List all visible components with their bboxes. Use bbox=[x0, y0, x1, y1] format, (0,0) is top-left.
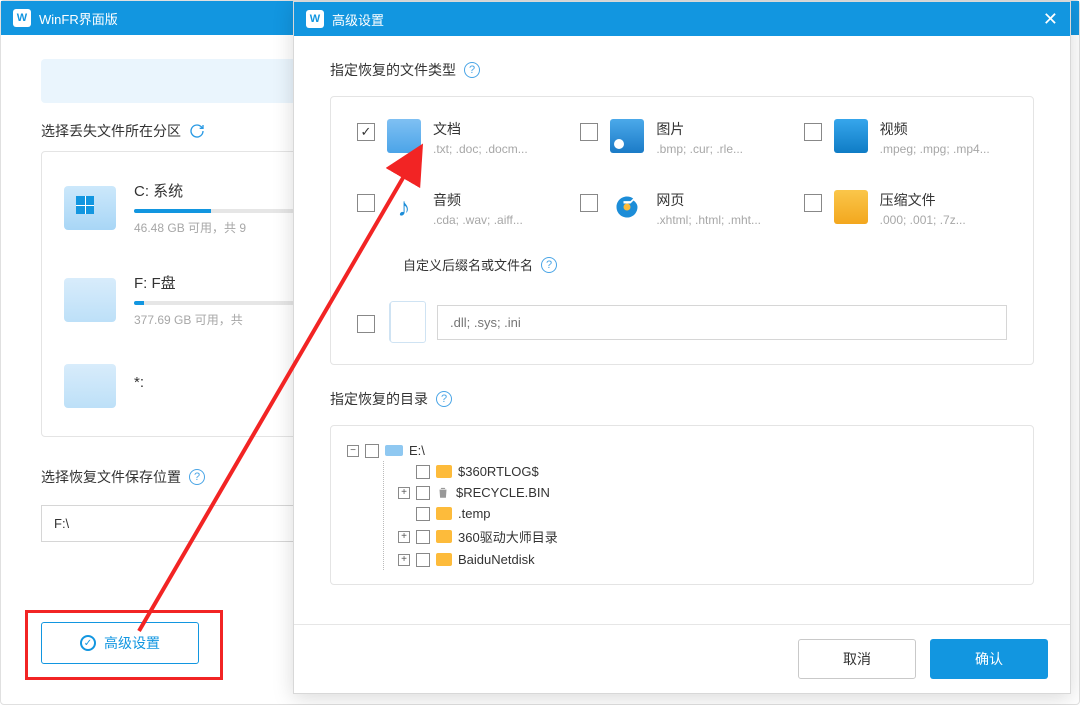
audio-icon: ♪ bbox=[387, 190, 421, 224]
filetype-name: 视频 bbox=[880, 119, 990, 139]
filetype-checkbox[interactable] bbox=[580, 123, 598, 141]
filetype-checkbox[interactable] bbox=[804, 123, 822, 141]
modal-body: 指定恢复的文件类型 ? 文档 .txt; .doc; .docm... 图片 .bmp… bbox=[294, 36, 1070, 624]
filetype-name: 网页 bbox=[656, 190, 761, 210]
tree-expand-icon[interactable]: + bbox=[398, 531, 410, 543]
tree-node[interactable]: $360RTLOG$ bbox=[398, 461, 1017, 482]
dir-section-text: 指定恢复的目录 bbox=[330, 389, 428, 409]
tree-node[interactable]: +360驱动大师目录 bbox=[398, 524, 1017, 549]
filetype-name: 文档 bbox=[433, 119, 528, 139]
app-logo-icon: W bbox=[13, 9, 31, 27]
tree-node-label: $360RTLOG$ bbox=[458, 464, 539, 479]
folder-icon bbox=[436, 507, 452, 520]
drive-disk-icon bbox=[64, 364, 116, 408]
filetype-item[interactable]: 视频 .mpeg; .mpg; .mp4... bbox=[804, 119, 1007, 156]
drive-usage-bar bbox=[134, 209, 294, 213]
drive-icon bbox=[385, 445, 403, 456]
help-icon[interactable]: ? bbox=[436, 391, 452, 407]
tree-node[interactable]: + $RECYCLE.BIN bbox=[398, 482, 1017, 503]
tree-collapse-icon[interactable]: − bbox=[347, 445, 359, 457]
filetype-section-text: 指定恢复的文件类型 bbox=[330, 60, 456, 80]
filetype-checkbox[interactable] bbox=[580, 194, 598, 212]
modal-footer: 取消 确认 bbox=[294, 624, 1070, 693]
drive-disk-icon bbox=[64, 278, 116, 322]
refresh-icon[interactable] bbox=[189, 123, 205, 139]
tree-expand-icon[interactable]: + bbox=[398, 487, 410, 499]
tree-node[interactable]: + BaiduNetdisk bbox=[398, 549, 1017, 570]
tree-node-label: BaiduNetdisk bbox=[458, 552, 535, 567]
tree-node-label: 360驱动大师目录 bbox=[458, 527, 558, 546]
filetype-item[interactable]: ♪ 音频 .cda; .wav; .aiff... bbox=[357, 190, 560, 227]
cancel-button[interactable]: 取消 bbox=[798, 639, 916, 679]
tree-expand-icon[interactable]: + bbox=[398, 554, 410, 566]
image-icon bbox=[610, 119, 644, 153]
tree-checkbox[interactable] bbox=[416, 530, 430, 544]
tree-node[interactable]: .temp bbox=[398, 503, 1017, 524]
dir-tree-panel: − E:\ $360RTLOG$ + $RECYCLE.BIN .temp +360驱动… bbox=[330, 425, 1034, 585]
filetype-checkbox[interactable] bbox=[357, 123, 375, 141]
folder-icon bbox=[436, 465, 452, 478]
filetype-name: 图片 bbox=[656, 119, 743, 139]
custom-ext-label: 自定义后缀名或文件名 ? bbox=[403, 255, 1007, 274]
modal-logo-icon: W bbox=[306, 10, 324, 28]
filetype-item[interactable]: 图片 .bmp; .cur; .rle... bbox=[580, 119, 783, 156]
filetype-ext: .xhtml; .html; .mht... bbox=[656, 213, 761, 227]
filetype-checkbox[interactable] bbox=[804, 194, 822, 212]
check-circle-icon: ✓ bbox=[80, 635, 96, 651]
tree-root-label: E:\ bbox=[409, 443, 425, 458]
filetype-ext: .cda; .wav; .aiff... bbox=[433, 213, 523, 227]
custom-ext-text: 自定义后缀名或文件名 bbox=[403, 255, 533, 274]
document-icon bbox=[387, 119, 421, 153]
tree-checkbox[interactable] bbox=[416, 486, 430, 500]
tree-checkbox[interactable] bbox=[416, 465, 430, 479]
close-icon[interactable]: ✕ bbox=[1043, 9, 1058, 30]
filetype-ext: .txt; .doc; .docm... bbox=[433, 142, 528, 156]
filetype-item[interactable]: 文档 .txt; .doc; .docm... bbox=[357, 119, 560, 156]
save-location-text: 选择恢复文件保存位置 bbox=[41, 467, 181, 487]
filetype-item[interactable]: 压缩文件 .000; .001; .7z... bbox=[804, 190, 1007, 227]
help-icon[interactable]: ? bbox=[541, 257, 557, 273]
filetype-checkbox[interactable] bbox=[357, 194, 375, 212]
advanced-settings-modal: W 高级设置 ✕ 指定恢复的文件类型 ? 文档 .txt; .doc; .docm… bbox=[293, 1, 1071, 694]
tree-root[interactable]: − E:\ bbox=[347, 440, 1017, 461]
custom-ext-input[interactable] bbox=[437, 305, 1007, 340]
tree-node-label: $RECYCLE.BIN bbox=[456, 485, 550, 500]
filetype-ext: .000; .001; .7z... bbox=[880, 213, 966, 227]
help-icon[interactable]: ? bbox=[189, 469, 205, 485]
custom-ext-checkbox[interactable] bbox=[357, 315, 375, 333]
advanced-settings-button[interactable]: ✓ 高级设置 bbox=[41, 622, 199, 664]
confirm-button[interactable]: 确认 bbox=[930, 639, 1048, 679]
archive-icon bbox=[834, 190, 868, 224]
tree-checkbox[interactable] bbox=[416, 507, 430, 521]
dir-section-title: 指定恢复的目录 ? bbox=[330, 389, 1034, 409]
folder-icon bbox=[436, 553, 452, 566]
file-stack-icon bbox=[389, 302, 423, 342]
tree-checkbox[interactable] bbox=[416, 553, 430, 567]
video-icon bbox=[834, 119, 868, 153]
select-partition-text: 选择丢失文件所在分区 bbox=[41, 121, 181, 141]
filetype-section-title: 指定恢复的文件类型 ? bbox=[330, 60, 1034, 80]
filetype-ext: .mpeg; .mpg; .mp4... bbox=[880, 142, 990, 156]
modal-title: 高级设置 bbox=[332, 10, 1043, 29]
filetype-ext: .bmp; .cur; .rle... bbox=[656, 142, 743, 156]
advanced-button-label: 高级设置 bbox=[104, 633, 160, 653]
folder-icon bbox=[436, 530, 452, 543]
drive-usage-bar bbox=[134, 301, 294, 305]
tree-checkbox[interactable] bbox=[365, 444, 379, 458]
help-icon[interactable]: ? bbox=[464, 62, 480, 78]
filetype-item[interactable]: 网页 .xhtml; .html; .mht... bbox=[580, 190, 783, 227]
filetype-name: 音频 bbox=[433, 190, 523, 210]
modal-titlebar: W 高级设置 ✕ bbox=[294, 2, 1070, 36]
filetype-panel: 文档 .txt; .doc; .docm... 图片 .bmp; .cur; .rle… bbox=[330, 96, 1034, 365]
web-icon bbox=[610, 190, 644, 224]
drive-system-icon bbox=[64, 186, 116, 230]
filetype-name: 压缩文件 bbox=[880, 190, 966, 210]
tree-node-label: .temp bbox=[458, 506, 491, 521]
trash-icon bbox=[436, 485, 450, 500]
main-window-title: WinFR界面版 bbox=[39, 9, 118, 28]
